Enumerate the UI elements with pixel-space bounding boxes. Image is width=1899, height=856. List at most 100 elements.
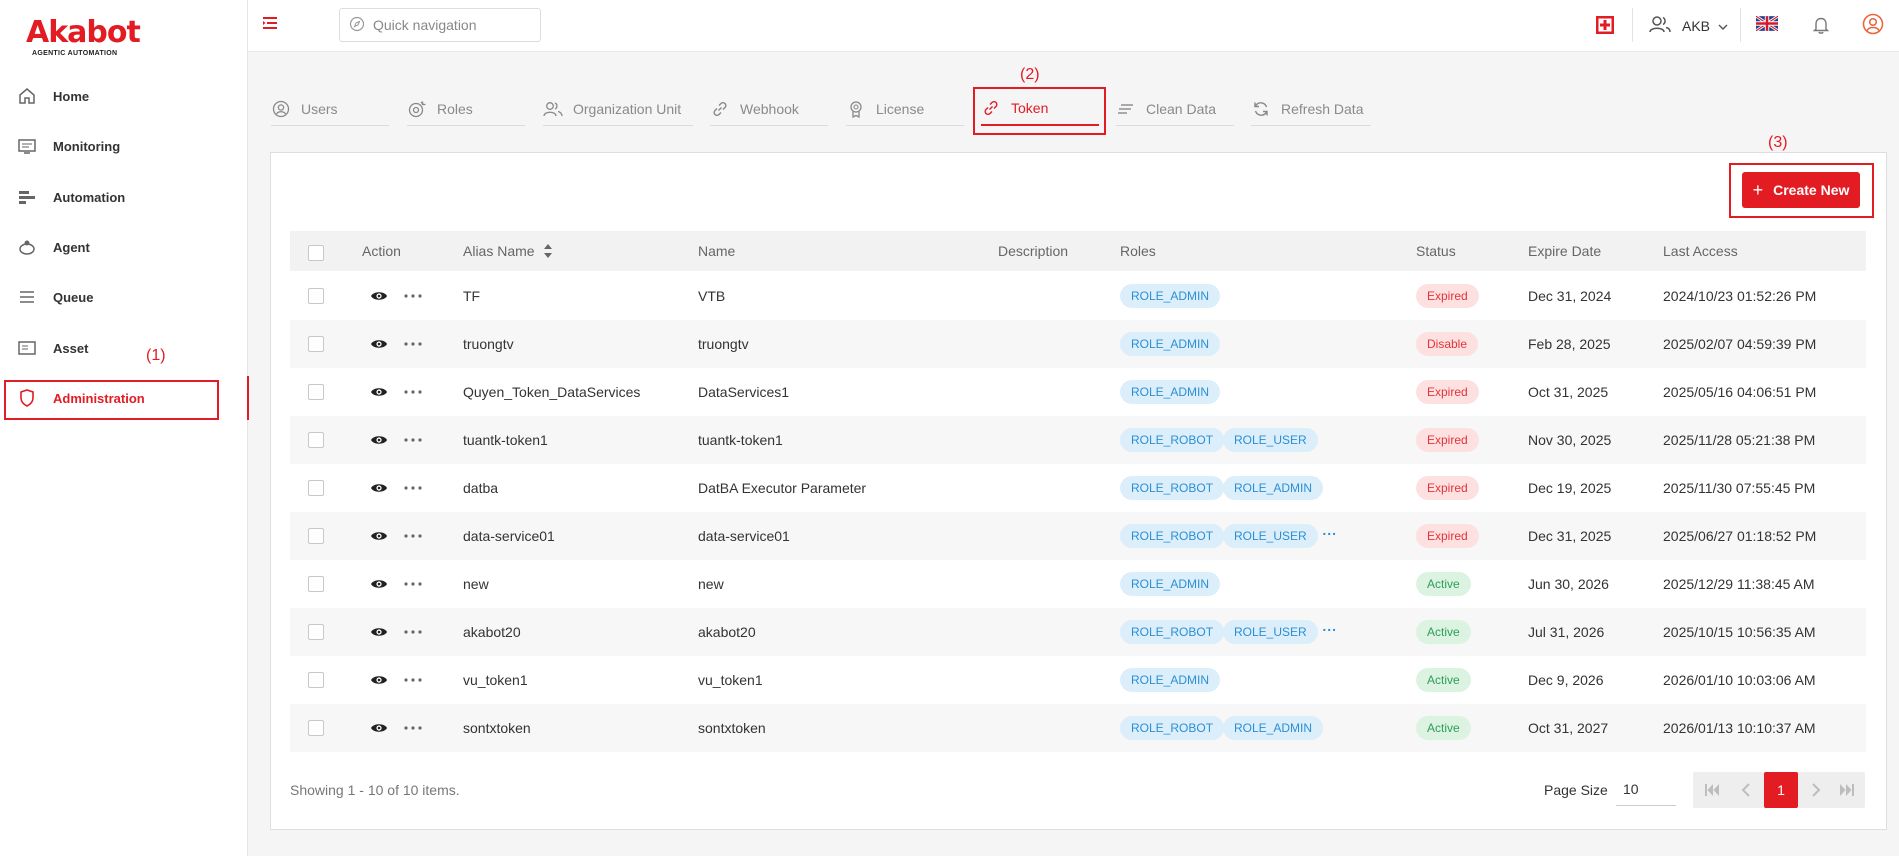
status-badge: Disable — [1416, 332, 1479, 356]
avatar-icon[interactable] — [1862, 13, 1884, 38]
bell-icon[interactable] — [1812, 15, 1830, 38]
eye-icon[interactable] — [370, 577, 388, 591]
role-badge: ROLE_ROBOT — [1120, 428, 1225, 452]
sort-icon[interactable] — [543, 243, 553, 262]
eye-icon[interactable] — [370, 433, 388, 447]
more-actions-icon[interactable] — [403, 624, 423, 640]
row-checkbox[interactable] — [308, 288, 324, 304]
row-checkbox[interactable] — [308, 576, 324, 592]
search-input[interactable] — [373, 17, 533, 33]
annotation-label-1: (1) — [146, 347, 166, 364]
page-number-current[interactable]: 1 — [1764, 772, 1798, 808]
users-icon — [1648, 14, 1672, 37]
more-actions-icon[interactable] — [403, 432, 423, 448]
tab-webhook[interactable]: Webhook — [710, 92, 828, 126]
row-checkbox[interactable] — [308, 672, 324, 688]
select-all-checkbox[interactable] — [308, 245, 324, 261]
quick-navigation[interactable] — [339, 8, 541, 42]
menu-toggle-icon[interactable] — [262, 15, 278, 34]
eye-icon[interactable] — [370, 721, 388, 735]
add-icon[interactable] — [1595, 15, 1615, 38]
eye-icon[interactable] — [370, 673, 388, 687]
expire-date-cell: Dec 19, 2025 — [1528, 480, 1612, 496]
row-checkbox[interactable] — [308, 720, 324, 736]
alias-name-cell: new — [463, 576, 489, 592]
eye-icon[interactable] — [370, 337, 388, 351]
table-row[interactable]: new new ROLE_ADMIN Active Jun 30, 2026 2025/1… — [290, 560, 1866, 608]
last-access-cell: 2024/10/23 01:52:26 PM — [1663, 288, 1817, 304]
uk-flag-icon[interactable] — [1755, 14, 1779, 34]
next-page-icon[interactable] — [1799, 772, 1833, 808]
status-badge: Expired — [1416, 428, 1479, 452]
row-checkbox[interactable] — [308, 624, 324, 640]
name-cell: DatBA Executor Parameter — [698, 480, 867, 496]
alias-name-cell: data-service01 — [463, 528, 555, 544]
more-actions-icon[interactable] — [403, 576, 423, 592]
more-actions-icon[interactable] — [403, 672, 423, 688]
sidebar-item-agent[interactable]: Agent — [0, 225, 248, 269]
role-badge: ROLE_USER — [1223, 524, 1318, 548]
name-cell: VTB — [698, 288, 726, 304]
table-row[interactable]: vu_token1 vu_token1 ROLE_ADMIN Active Dec 9,… — [290, 656, 1866, 704]
last-access-cell: 2026/01/10 10:03:06 AM — [1663, 672, 1816, 688]
table-row[interactable]: data-service01 data-service01 ROLE_ROBOT RO… — [290, 512, 1866, 560]
sidebar-item-home[interactable]: Home — [0, 74, 248, 118]
name-cell: vu_token1 — [698, 672, 763, 688]
more-roles-link[interactable]: ... — [1322, 618, 1337, 634]
user-menu[interactable]: AKB — [1648, 14, 1728, 37]
eye-icon[interactable] — [370, 529, 388, 543]
first-page-icon[interactable] — [1695, 772, 1729, 808]
sidebar-item-asset[interactable]: Asset — [0, 326, 248, 370]
table-row[interactable]: Quyen_Token_DataServices DataServices1 ROL… — [290, 368, 1866, 416]
tab-clean-data[interactable]: Clean Data — [1116, 92, 1234, 126]
table-row[interactable]: truongtv truongtv ROLE_ADMIN Disable Feb 28,… — [290, 320, 1866, 368]
tab-organization-unit[interactable]: Organization Unit — [543, 92, 693, 126]
more-roles-link[interactable]: ... — [1322, 522, 1337, 538]
tab-roles[interactable]: Roles — [407, 92, 525, 126]
last-access-cell: 2025/10/15 10:56:35 AM — [1663, 624, 1816, 640]
sidebar-item-automation[interactable]: Automation — [0, 175, 248, 219]
column-header-name: Name — [698, 243, 736, 259]
sidebar-item-monitoring[interactable]: Monitoring — [0, 124, 248, 168]
eye-icon[interactable] — [370, 625, 388, 639]
tab-license[interactable]: License — [846, 92, 964, 126]
column-header-alias[interactable]: Alias Name — [463, 231, 535, 271]
tab-refresh-data[interactable]: Refresh Data — [1251, 92, 1371, 126]
role-badge: ROLE_ROBOT — [1120, 524, 1225, 548]
row-checkbox[interactable] — [308, 480, 324, 496]
row-checkbox[interactable] — [308, 336, 324, 352]
column-header-description: Description — [998, 243, 1069, 259]
more-actions-icon[interactable] — [403, 480, 423, 496]
more-actions-icon[interactable] — [403, 384, 423, 400]
eye-icon[interactable] — [370, 385, 388, 399]
sidebar-item-queue[interactable]: Queue — [0, 275, 248, 319]
brand-logo[interactable]: Akabot AGENTIC AUTOMATION — [26, 16, 141, 58]
table-row[interactable]: TF VTB ROLE_ADMIN Expired Dec 31, 2024 2024/1… — [290, 272, 1866, 320]
table-row[interactable]: sontxtoken sontxtoken ROLE_ROBOT ROLE_ADMIN… — [290, 704, 1866, 752]
eye-icon[interactable] — [370, 481, 388, 495]
more-actions-icon[interactable] — [403, 528, 423, 544]
table-row[interactable]: akabot20 akabot20 ROLE_ROBOT ROLE_USER... Ac… — [290, 608, 1866, 656]
create-new-button[interactable]: + Create New — [1742, 172, 1860, 208]
more-actions-icon[interactable] — [403, 288, 423, 304]
row-checkbox[interactable] — [308, 432, 324, 448]
row-checkbox[interactable] — [308, 528, 324, 544]
tab-users[interactable]: Users — [271, 92, 389, 126]
eye-icon[interactable] — [370, 289, 388, 303]
more-actions-icon[interactable] — [403, 336, 423, 352]
page-size-select[interactable]: 10 — [1616, 772, 1676, 806]
row-checkbox[interactable] — [308, 384, 324, 400]
table-row[interactable]: datba DatBA Executor Parameter ROLE_ROBOT R… — [290, 464, 1866, 512]
license-icon — [846, 99, 866, 119]
asset-icon — [16, 337, 38, 359]
role-badge: ROLE_USER — [1223, 428, 1318, 452]
page-size-label: Page Size — [1544, 782, 1608, 798]
last-page-icon[interactable] — [1830, 772, 1864, 808]
table-row[interactable]: tuantk-token1 tuantk-token1 ROLE_ROBOT ROLE… — [290, 416, 1866, 464]
sidebar-item-label: Asset — [53, 340, 89, 356]
previous-page-icon[interactable] — [1729, 772, 1763, 808]
queue-icon — [16, 286, 38, 308]
status-badge: Expired — [1416, 284, 1479, 308]
more-actions-icon[interactable] — [403, 720, 423, 736]
compass-icon — [349, 16, 365, 35]
